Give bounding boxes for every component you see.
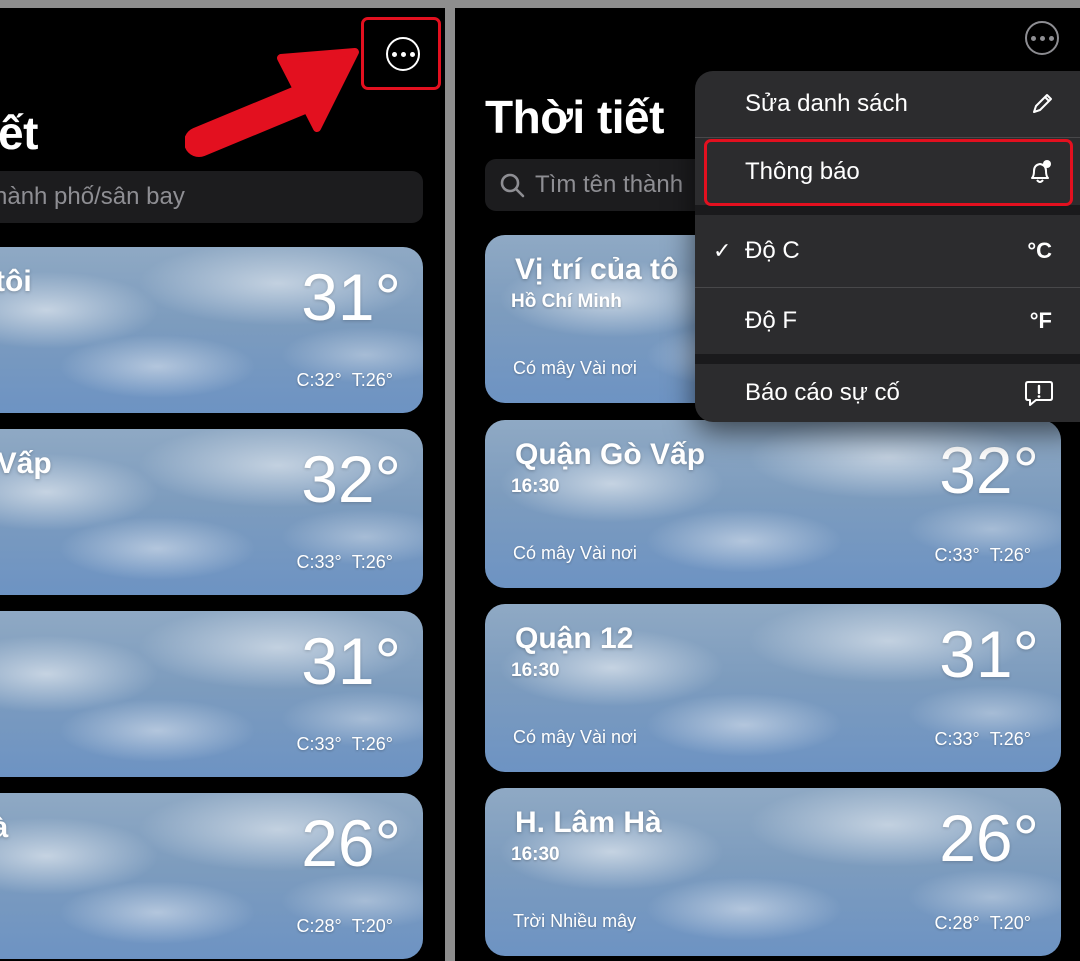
- highlight-box: [361, 17, 441, 90]
- menu-item-label: Báo cáo sự cố: [745, 379, 900, 406]
- card-condition: Trời Nhiều mây: [513, 911, 637, 931]
- pencil-icon: [1030, 92, 1054, 116]
- page-title: ết: [0, 107, 38, 159]
- card-location-name: ò Vấp: [0, 447, 52, 480]
- card-low: T:26°: [351, 734, 393, 754]
- card-location-name: Quận Gò Vấp: [515, 438, 706, 471]
- card-location-name: Quận 12: [515, 622, 634, 655]
- search-input[interactable]: hành phố/sân bay: [0, 171, 423, 223]
- location-card[interactable]: H. Lâm Hà 16:30 26° Trời Nhiều mây C:28°…: [485, 788, 1061, 956]
- checkmark-icon: ✓: [713, 238, 732, 263]
- card-high-low: C:28° T:20°: [935, 913, 1031, 934]
- card-high: C:28°: [934, 913, 980, 933]
- card-temperature: 26°: [301, 806, 401, 880]
- menu-item-label: Độ C: [745, 237, 800, 264]
- card-temperature: 26°: [939, 801, 1039, 875]
- search-icon: [500, 173, 525, 198]
- location-card[interactable]: Hà 26° ây C:28°T:20°: [0, 793, 423, 959]
- card-low: T:20°: [989, 913, 1031, 933]
- page-title: Thời tiết: [485, 91, 664, 143]
- menu-item-fahrenheit[interactable]: Độ F °F: [695, 288, 1080, 354]
- card-temperature: 32°: [301, 442, 401, 516]
- card-location-name: Vị trí của tô: [515, 253, 679, 286]
- fahrenheit-unit: °F: [1029, 308, 1052, 333]
- search-placeholder: hành phố/sân bay: [0, 183, 185, 210]
- location-card[interactable]: 2 31° ơi C:33°T:26°: [0, 611, 423, 777]
- card-temperature: 31°: [939, 617, 1039, 691]
- left-screen: ết hành phố/sân bay a tôi 31° ơi C:32°T:…: [0, 8, 445, 961]
- red-arrow-icon: [185, 48, 359, 157]
- ellipsis-icon: [1030, 35, 1036, 41]
- menu-item-label: Độ F: [745, 307, 798, 334]
- ellipsis-dot: [1048, 35, 1054, 41]
- card-temperature: 31°: [301, 260, 401, 334]
- card-high-low: C:33° T:26°: [935, 545, 1031, 566]
- card-condition: Có mây Vài nơi: [513, 727, 637, 747]
- card-low: T:26°: [989, 545, 1031, 565]
- card-high-low: C:32° T:26°: [297, 370, 393, 391]
- card-condition: Có mây Vài nơi: [513, 543, 637, 563]
- card-high-low: C:33° T:26°: [935, 729, 1031, 750]
- location-card[interactable]: a tôi 31° ơi C:32°T:26°: [0, 247, 423, 413]
- card-high: C:33°: [934, 545, 980, 565]
- ellipsis-dot: [1039, 35, 1045, 41]
- card-high-low: C:33° T:26°: [297, 734, 393, 755]
- card-time: 16:30: [511, 476, 560, 497]
- location-card[interactable]: ò Vấp 32° ơi C:33°T:26°: [0, 429, 423, 595]
- card-temperature: 32°: [939, 433, 1039, 507]
- celsius-unit: °C: [1027, 238, 1052, 263]
- highlight-box: [704, 139, 1073, 206]
- card-low: T:20°: [351, 916, 393, 936]
- menu-section-gap: [695, 205, 1080, 215]
- card-low: T:26°: [351, 370, 393, 390]
- card-high-low: C:33° T:26°: [297, 552, 393, 573]
- card-high: C:33°: [934, 729, 980, 749]
- menu-item-edit-list[interactable]: Sửa danh sách: [695, 71, 1080, 137]
- exclamation-bubble-icon: [1024, 379, 1054, 407]
- search-placeholder: Tìm tên thành: [535, 171, 684, 198]
- more-options-button[interactable]: [1025, 21, 1059, 55]
- menu-item-label: Sửa danh sách: [745, 90, 908, 117]
- card-high: C:32°: [296, 370, 342, 390]
- card-condition: Có mây Vài nơi: [513, 358, 637, 378]
- card-high: C:28°: [296, 916, 342, 936]
- card-low: T:26°: [351, 552, 393, 572]
- card-location-name: a tôi: [0, 265, 32, 298]
- location-card[interactable]: Quận 12 16:30 31° Có mây Vài nơi C:33° T:…: [485, 604, 1061, 772]
- card-location-name: H. Lâm Hà: [515, 806, 662, 839]
- card-location-name: Hà: [0, 811, 8, 845]
- card-high: C:33°: [296, 734, 342, 754]
- card-subtitle: Hồ Chí Minh: [511, 291, 622, 312]
- card-low: T:26°: [989, 729, 1031, 749]
- card-time: 16:30: [511, 844, 560, 865]
- card-high: C:33°: [296, 552, 342, 572]
- menu-section-gap: [695, 354, 1080, 364]
- menu-item-celsius[interactable]: ✓ Độ C °C: [695, 215, 1080, 287]
- card-time: 16:30: [511, 660, 560, 681]
- location-card[interactable]: Quận Gò Vấp 16:30 32° Có mây Vài nơi C:3…: [485, 420, 1061, 588]
- right-screen: Thời tiết Tìm tên thành Vị trí của tô Hồ…: [455, 8, 1080, 961]
- card-high-low: C:28° T:20°: [297, 916, 393, 937]
- card-temperature: 31°: [301, 624, 401, 698]
- menu-item-report-issue[interactable]: Báo cáo sự cố: [695, 364, 1080, 422]
- options-menu: Sửa danh sách Thông báo ✓ Độ C °C Độ F °…: [695, 71, 1080, 422]
